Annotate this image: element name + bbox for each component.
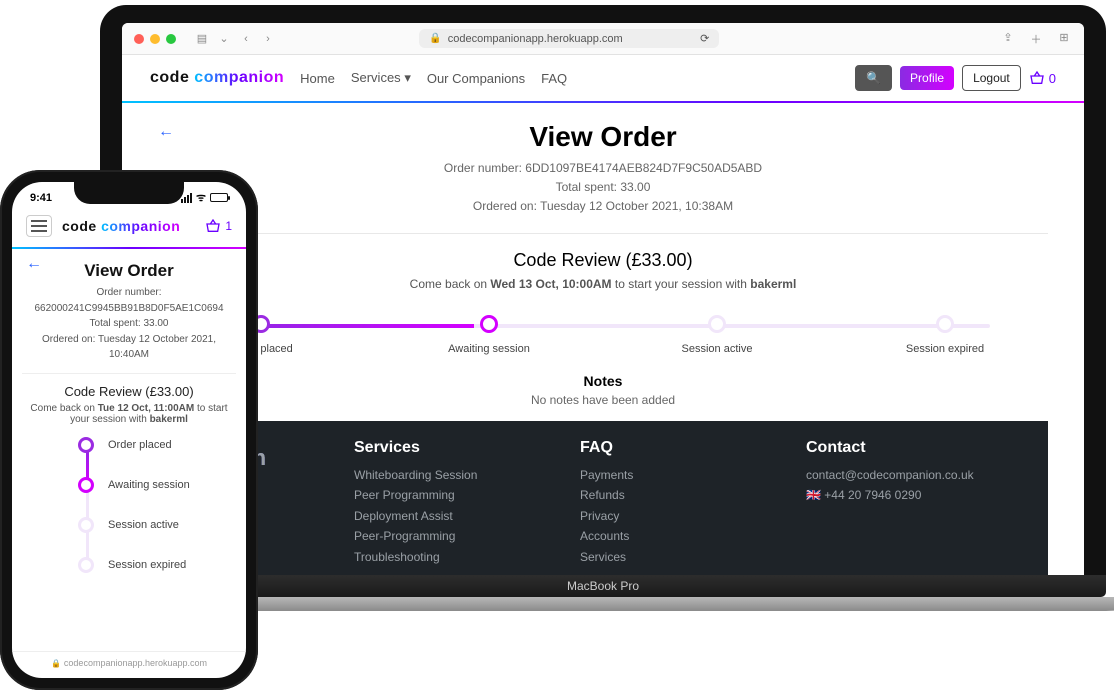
divider — [158, 233, 1048, 234]
menu-icon[interactable] — [26, 215, 52, 237]
step-dot-icon — [708, 315, 726, 333]
step-dot-icon — [78, 557, 94, 573]
step-dot-icon — [78, 437, 94, 453]
basket[interactable]: 1 — [205, 219, 232, 233]
wifi-icon: ᯤ — [196, 190, 206, 205]
footer-link[interactable]: Deployment Assist — [354, 506, 560, 526]
page-title: View Order — [26, 261, 232, 281]
new-tab-icon[interactable]: ＋ — [1028, 31, 1044, 47]
footer-link[interactable]: Refunds — [580, 485, 786, 505]
nav-faq[interactable]: FAQ — [541, 71, 567, 86]
phone-mockup: 9:41 ᯤ code companion 1 ← View Order — [0, 170, 258, 690]
order-meta: Order number: 6DD1097BE4174AEB824D7F9C50… — [158, 159, 1048, 217]
order-meta: Order number: 662000241C9945BB91B8D0F5AE… — [26, 285, 232, 363]
battery-icon — [210, 193, 228, 202]
footer-services-heading: Services — [354, 439, 560, 457]
step-session-expired: Session expired — [78, 557, 232, 573]
service-heading: Code Review (£33.00) — [26, 384, 232, 399]
step-dot-icon — [936, 315, 954, 333]
basket-count: 0 — [1049, 71, 1056, 86]
service-sub: Come back on Tue 12 Oct, 11:00AM to star… — [26, 403, 232, 425]
back-arrow[interactable]: ← — [26, 255, 42, 273]
back-arrow[interactable]: ← — [158, 123, 174, 141]
lock-icon: 🔒 — [429, 33, 441, 44]
phone-page: ← View Order Order number: 662000241C994… — [12, 249, 246, 583]
back-icon[interactable]: ‹ — [238, 33, 254, 45]
footer-link[interactable]: Accounts — [580, 526, 786, 546]
footer-contact-email[interactable]: contact@codecompanion.co.uk — [806, 465, 1012, 485]
phone-address-bar[interactable]: 🔒codecompanionapp.herokuapp.com — [12, 651, 246, 678]
refresh-icon[interactable]: ⟳ — [700, 32, 709, 45]
nav-home[interactable]: Home — [300, 71, 335, 86]
logout-button[interactable]: Logout — [962, 65, 1021, 91]
page-content: ← View Order Order number: 6DD1097BE4174… — [122, 103, 1084, 575]
divider — [22, 373, 236, 374]
footer-link[interactable]: Peer Programming — [354, 485, 560, 505]
sidebar-icon[interactable]: ▤ — [194, 32, 210, 45]
basket-count: 1 — [225, 219, 232, 233]
step-dot-icon — [78, 477, 94, 493]
laptop-label: MacBook Pro — [567, 579, 639, 593]
phone-notch — [74, 182, 184, 204]
chevron-down-icon[interactable]: ⌄ — [216, 32, 232, 45]
footer-link[interactable]: Payments — [580, 465, 786, 485]
step-awaiting-session: Awaiting session — [434, 315, 544, 355]
page-title: View Order — [158, 121, 1048, 153]
forward-icon[interactable]: › — [260, 33, 276, 45]
browser-toolbar: ▤ ⌄ ‹ › 🔒 codecompanionapp.herokuapp.com… — [122, 23, 1084, 55]
basket-icon — [1029, 71, 1045, 85]
step-order-placed: Order placed — [78, 437, 232, 453]
footer-link[interactable]: Troubleshooting — [354, 547, 560, 567]
step-dot-icon — [480, 315, 498, 333]
search-icon: 🔍 — [866, 71, 881, 85]
footer-link[interactable]: Whiteboarding Session — [354, 465, 560, 485]
nav-services[interactable]: Services ▾ — [351, 70, 411, 86]
basket[interactable]: 0 — [1029, 71, 1056, 86]
chevron-down-icon: ▾ — [404, 70, 411, 85]
footer-contact-heading: Contact — [806, 439, 1012, 457]
brand-logo[interactable]: code companion — [150, 69, 284, 87]
footer-link[interactable]: Privacy — [580, 506, 786, 526]
footer-faq-heading: FAQ — [580, 439, 786, 457]
window-minimize-icon[interactable] — [150, 34, 160, 44]
status-time: 9:41 — [30, 192, 52, 204]
step-session-active: Session active — [78, 517, 232, 533]
footer-link[interactable]: Peer-Programming — [354, 526, 560, 546]
app-navbar: code companion Home Services ▾ Our Compa… — [122, 55, 1084, 101]
lock-icon: 🔒 — [51, 659, 61, 668]
nav-our-companions[interactable]: Our Companions — [427, 71, 525, 86]
step-dot-icon — [78, 517, 94, 533]
phone-screen: 9:41 ᯤ code companion 1 ← View Order — [12, 182, 246, 678]
service-heading: Code Review (£33.00) — [158, 250, 1048, 271]
phone-navbar: code companion 1 — [12, 205, 246, 249]
share-icon[interactable]: ⇪ — [1000, 31, 1016, 47]
site-footer: panion Services Whiteboarding Session Pe… — [158, 421, 1048, 575]
step-session-active: Session active — [662, 315, 772, 355]
tabs-overview-icon[interactable]: ⊞ — [1056, 31, 1072, 47]
order-stepper: Order placed Awaiting session Session ac… — [78, 437, 232, 573]
order-stepper: Order placed Awaiting session Session ac… — [206, 315, 1000, 355]
step-session-expired: Session expired — [890, 315, 1000, 355]
service-sub: Come back on Wed 13 Oct, 10:00AM to star… — [158, 277, 1048, 291]
laptop-screen: ▤ ⌄ ‹ › 🔒 codecompanionapp.herokuapp.com… — [122, 23, 1084, 575]
footer-contact-phone: 🇬🇧 +44 20 7946 0290 — [806, 485, 1012, 505]
profile-button[interactable]: Profile — [900, 66, 954, 90]
notes-text: No notes have been added — [158, 393, 1048, 407]
step-awaiting-session: Awaiting session — [78, 477, 232, 493]
search-button[interactable]: 🔍 — [855, 65, 892, 91]
basket-icon — [205, 219, 221, 233]
address-bar[interactable]: 🔒 codecompanionapp.herokuapp.com ⟳ — [419, 29, 719, 48]
footer-link[interactable]: Services — [580, 547, 786, 567]
brand-logo[interactable]: code companion — [62, 218, 180, 234]
window-close-icon[interactable] — [134, 34, 144, 44]
notes-heading: Notes — [158, 373, 1048, 389]
url-text: codecompanionapp.herokuapp.com — [448, 33, 623, 45]
window-zoom-icon[interactable] — [166, 34, 176, 44]
